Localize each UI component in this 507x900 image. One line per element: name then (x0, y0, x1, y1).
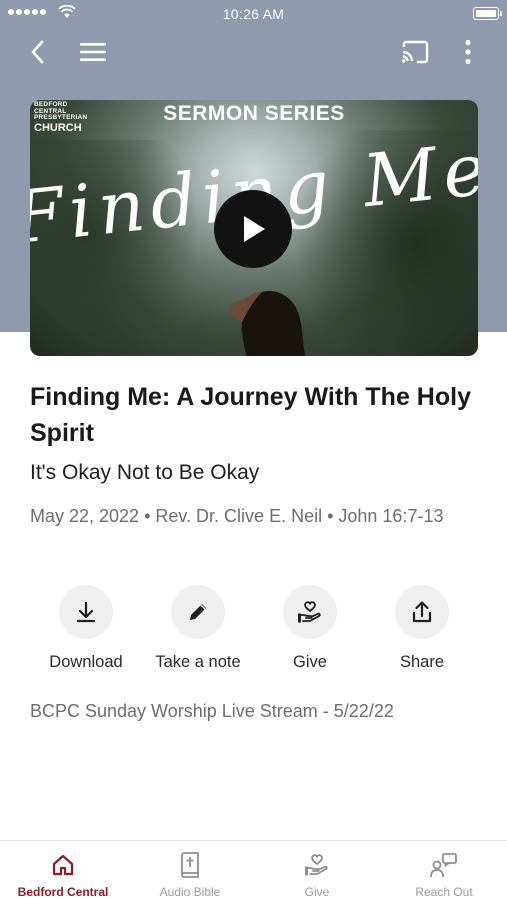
download-icon (76, 601, 96, 623)
menu-button[interactable] (73, 32, 113, 72)
tab-audio-bible[interactable]: Audio Bible (127, 841, 253, 900)
play-button[interactable] (214, 190, 292, 268)
person-silhouette (229, 291, 306, 356)
play-icon (244, 216, 265, 242)
tab-label: Reach Out (415, 885, 473, 899)
sermon-subtitle: It's Okay Not to Be Okay (30, 461, 260, 484)
sermon-meta: May 22, 2022 • Rev. Dr. Clive E. Neil • … (30, 506, 444, 526)
tab-reach-out[interactable]: Reach Out (381, 841, 507, 900)
status-time: 10:26 AM (222, 6, 285, 22)
menu-icon (80, 43, 106, 61)
status-bar: 10:26 AM (0, 0, 507, 28)
pencil-icon (190, 604, 206, 620)
give-button[interactable]: Give (254, 585, 366, 672)
download-label: Download (49, 653, 123, 671)
take-note-label: Take a note (155, 653, 241, 671)
take-note-button[interactable]: Take a note (142, 585, 254, 672)
battery-icon (473, 7, 502, 20)
tab-label: Give (304, 885, 330, 899)
tab-label: Bedford Central (17, 885, 109, 899)
sermon-title: Finding Me: A Journey With The Holy Spir… (30, 383, 471, 447)
give-label: Give (293, 653, 327, 671)
more-options-button[interactable] (448, 32, 488, 72)
home-icon (52, 854, 74, 876)
bottom-tab-bar: Bedford Central Audio Bible Give Reach O… (0, 840, 507, 900)
more-icon (465, 39, 471, 65)
sermon-artwork[interactable]: BEDFORD CENTRAL PRESBYTERIAN CHURCH SERM… (30, 100, 478, 356)
cast-icon (401, 40, 429, 64)
back-button[interactable] (18, 32, 58, 72)
share-icon (412, 601, 432, 623)
tab-give[interactable]: Give (254, 841, 380, 900)
back-icon (31, 40, 44, 64)
bible-icon (181, 852, 199, 878)
share-label: Share (399, 653, 445, 671)
action-row: Download Take a note Give Share (0, 585, 507, 685)
give-hand-heart-icon (298, 601, 321, 623)
reach-out-icon (430, 853, 457, 878)
cast-button[interactable] (395, 32, 435, 72)
give-hand-heart-icon (305, 854, 328, 876)
share-button[interactable]: Share (366, 585, 478, 672)
tab-bedford-central[interactable]: Bedford Central (0, 841, 126, 900)
tab-label: Audio Bible (159, 885, 221, 899)
stream-label: BCPC Sunday Worship Live Stream - 5/22/2… (30, 701, 394, 721)
download-button[interactable]: Download (30, 585, 142, 672)
